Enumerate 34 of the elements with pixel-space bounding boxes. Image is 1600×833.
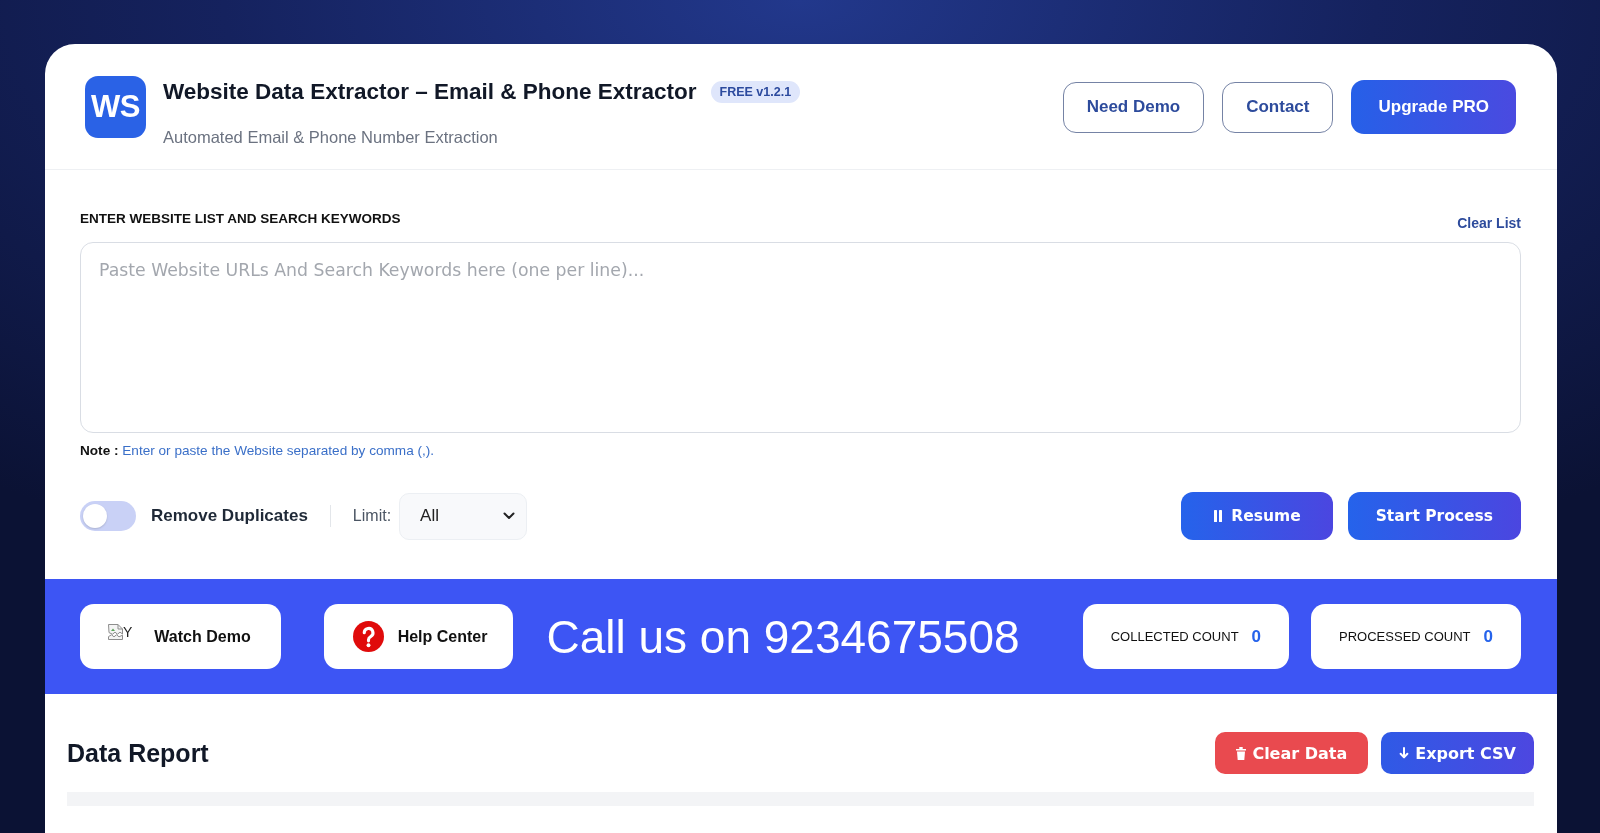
counter-label: COLLECTED COUNT bbox=[1110, 629, 1239, 644]
question-icon bbox=[352, 621, 384, 652]
clear-list-link[interactable]: Clear List bbox=[1457, 213, 1521, 233]
version-badge: FREE v1.2.1 bbox=[710, 81, 801, 103]
pause-icon bbox=[1214, 510, 1223, 522]
report-title: Data Report bbox=[67, 738, 209, 768]
header-link-button[interactable]: Need Demo bbox=[1062, 81, 1205, 133]
counter-value: 0 bbox=[1483, 626, 1493, 647]
section-label: ENTER WEBSITE LIST AND SEARCH KEYWORDS bbox=[80, 210, 401, 228]
app-title: Website Data Extractor – Email & Phone Extractor bbox=[163, 79, 697, 105]
banner-link-button[interactable]: Y Watch Demo bbox=[80, 604, 281, 669]
toggle-label: Remove Duplicates bbox=[151, 506, 308, 526]
upgrade-button[interactable]: Upgrade PRO bbox=[1351, 80, 1516, 134]
call-us-text: Call us on 9234675508 bbox=[546, 609, 1020, 664]
note-text: Note : Enter or paste the Website separated by comma (,). bbox=[80, 442, 435, 460]
trash-icon bbox=[1236, 746, 1247, 760]
banner-link-button[interactable]: Help Center bbox=[323, 604, 514, 669]
url-textarea[interactable]: Paste Website URLs And Search Keywords here (one per line)... bbox=[80, 242, 1521, 433]
limit-label: Limit: bbox=[352, 507, 392, 525]
image-alt-text: Y bbox=[123, 623, 133, 640]
action-button[interactable]: Resume bbox=[1181, 492, 1333, 540]
chevron-down-icon bbox=[503, 512, 516, 520]
limit-dropdown[interactable]: All bbox=[399, 492, 528, 540]
toggle-switch[interactable] bbox=[80, 501, 136, 531]
clear-data-button[interactable]: Clear Data bbox=[1215, 732, 1369, 774]
download-arrow-icon bbox=[1399, 746, 1410, 760]
action-button[interactable]: Start Process bbox=[1347, 492, 1521, 540]
counter-value: 0 bbox=[1251, 626, 1262, 647]
app-logo: WS bbox=[85, 76, 146, 138]
export-csv-button[interactable]: Export CSV bbox=[1381, 732, 1534, 774]
broken-image-icon bbox=[108, 623, 123, 640]
app-subtitle: Automated Email & Phone Number Extraction bbox=[163, 127, 499, 147]
header-link-button[interactable]: Contact bbox=[1222, 81, 1334, 133]
counter-label: PROCESSED COUNT bbox=[1339, 629, 1471, 644]
